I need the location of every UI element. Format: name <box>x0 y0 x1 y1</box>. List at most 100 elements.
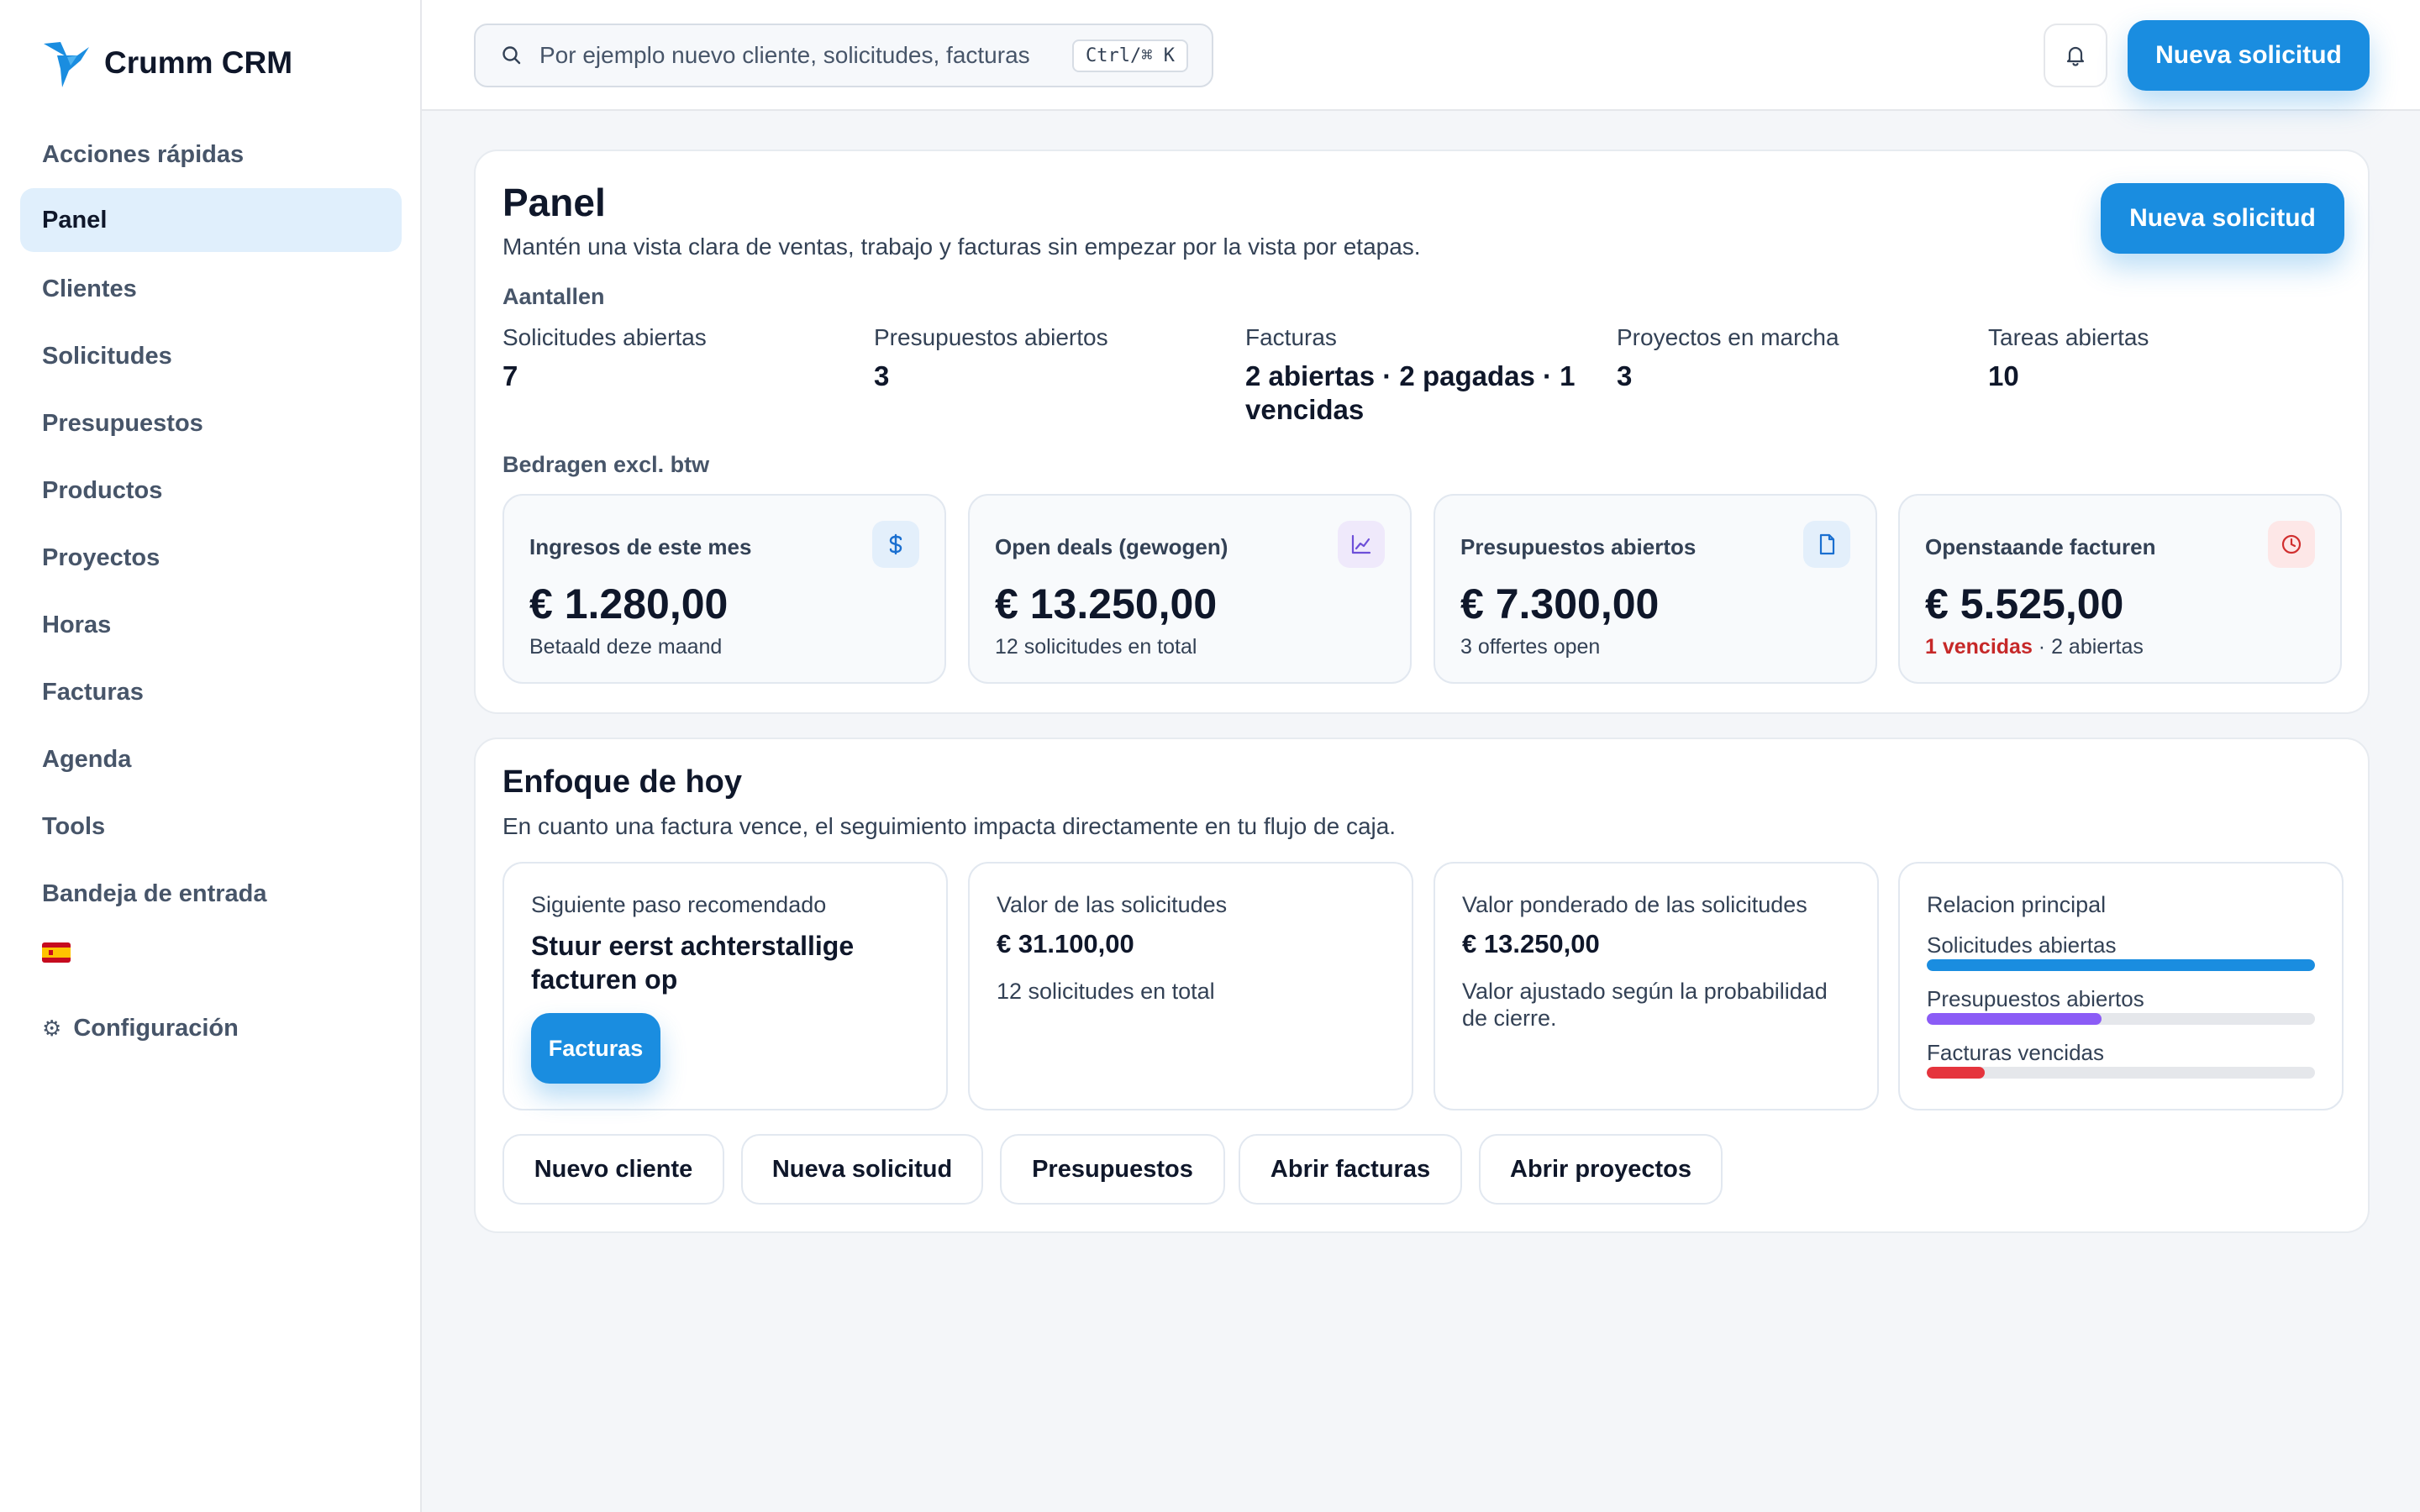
focus-label: Valor ponderado de las solicitudes <box>1462 892 1807 917</box>
sidebar-item-panel[interactable]: Panel <box>20 188 402 252</box>
metric-sub: 3 offertes open <box>1460 635 1601 659</box>
count-label: Proyectos en marcha <box>1617 324 1839 350</box>
count-label: Facturas <box>1245 324 1337 350</box>
metric-card-open-deals[interactable]: Open deals (gewogen) € 13.250,00 12 soli… <box>968 494 1412 684</box>
spain-flag-icon[interactable] <box>42 942 71 963</box>
count-label: Presupuestos abiertos <box>874 324 1108 350</box>
new-request-chip-button[interactable]: Nueva solicitud <box>741 1134 983 1205</box>
sidebar-item-bandeja-de-entrada[interactable]: Bandeja de entrada <box>20 862 402 926</box>
search-shortcut-hint: Ctrl/⌘ K <box>1072 39 1188 72</box>
amounts-heading: Bedragen excl. btw <box>502 452 710 477</box>
focus-title: Enfoque de hoy <box>502 764 742 800</box>
next-step-text: Stuur eerst achterstallige facturen op <box>531 931 855 995</box>
count-open-quotes: Presupuestos abiertos 3 <box>874 324 1227 393</box>
sidebar-item-proyectos[interactable]: Proyectos <box>20 526 402 590</box>
sidebar: Crumm CRM Acciones rápidas Panel Cliente… <box>0 0 422 1512</box>
gear-icon: ⚙ <box>42 1015 62 1041</box>
metric-card-open-quotes[interactable]: Presupuestos abiertos € 7.300,00 3 offer… <box>1434 494 1877 684</box>
focus-desc: Valor ajustado según la probabilidad de … <box>1462 979 1828 1031</box>
metric-card-outstanding-invoices[interactable]: Openstaande facturen € 5.525,00 1 vencid… <box>1898 494 2342 684</box>
count-open-tasks: Tareas abiertas 10 <box>1988 324 2341 393</box>
sidebar-item-label: Panel <box>42 206 108 234</box>
count-invoices: Facturas 2 abiertas · 2 pagadas · 1 venc… <box>1245 324 1598 427</box>
search-box[interactable]: Ctrl/⌘ K <box>474 24 1213 87</box>
counts-heading: Aantallen <box>502 284 605 309</box>
requests-value-card: Valor de las solicitudes € 31.100,00 12 … <box>968 862 1413 1110</box>
bell-icon <box>2066 46 2085 66</box>
sidebar-item-facturas[interactable]: Facturas <box>20 660 402 724</box>
metric-value: € 13.250,00 <box>995 580 1218 627</box>
chart-line-icon <box>1338 521 1385 568</box>
document-icon <box>1803 521 1850 568</box>
sidebar-item-label: Configuración <box>73 1014 239 1042</box>
count-value: 2 abiertas · 2 pagadas · 1 vencidas <box>1245 360 1576 425</box>
sidebar-item-label: Facturas <box>42 678 144 706</box>
metric-sub: Betaald deze maand <box>529 635 723 659</box>
sidebar-item-productos[interactable]: Productos <box>20 459 402 522</box>
focus-label: Relacion principal <box>1927 892 2107 917</box>
sidebar-item-label: Bandeja de entrada <box>42 879 267 907</box>
bar-fill <box>1927 959 2315 971</box>
sidebar-item-agenda[interactable]: Agenda <box>20 727 402 791</box>
hummingbird-logo-icon <box>44 42 89 87</box>
bar-track <box>1927 1067 2315 1079</box>
sidebar-item-clientes[interactable]: Clientes <box>20 257 402 321</box>
new-request-button[interactable]: Nueva solicitud <box>2101 183 2344 254</box>
sidebar-item-configuracion[interactable]: ⚙ Configuración <box>20 996 402 1060</box>
focus-subtitle: En cuanto una factura vence, el seguimie… <box>502 813 1397 839</box>
metric-sub: 12 solicitudes en total <box>995 635 1197 659</box>
metric-label: Openstaande facturen <box>1925 534 2156 559</box>
sidebar-item-label: Productos <box>42 476 163 504</box>
count-open-requests: Solicitudes abiertas 7 <box>502 324 855 393</box>
sidebar-item-label: Solicitudes <box>42 342 172 370</box>
dollar-icon <box>872 521 919 568</box>
page-subtitle: Mantén una vista clara de ventas, trabaj… <box>502 234 1421 260</box>
metric-card-income[interactable]: Ingresos de este mes € 1.280,00 Betaald … <box>502 494 946 684</box>
focus-label: Valor de las solicitudes <box>997 892 1228 917</box>
brand[interactable]: Crumm CRM <box>42 37 292 89</box>
focus-label: Siguiente paso recomendado <box>531 892 827 917</box>
page-title: Panel <box>502 181 606 224</box>
count-active-projects: Proyectos en marcha 3 <box>1617 324 1970 393</box>
search-icon <box>502 46 521 65</box>
count-value: 7 <box>502 360 518 391</box>
metric-value: € 7.300,00 <box>1460 580 1660 627</box>
app-name: Crumm CRM <box>104 45 293 80</box>
notifications-button[interactable] <box>2044 24 2107 87</box>
sidebar-item-acciones-rapidas[interactable]: Acciones rápidas <box>20 123 402 186</box>
relations-card: Relacion principal Solicitudes abiertas … <box>1898 862 2344 1110</box>
metric-value: € 1.280,00 <box>529 580 729 627</box>
sidebar-item-label: Proyectos <box>42 543 160 571</box>
bar-fill <box>1927 1013 2102 1025</box>
metric-label: Ingresos de este mes <box>529 534 752 559</box>
search-input[interactable] <box>539 42 1035 69</box>
new-request-top-button[interactable]: Nueva solicitud <box>2128 20 2370 91</box>
bar-label: Solicitudes abiertas <box>1927 932 2117 958</box>
sidebar-item-solicitudes[interactable]: Solicitudes <box>20 324 402 388</box>
bar-track <box>1927 959 2315 971</box>
quotes-button[interactable]: Presupuestos <box>1000 1134 1225 1205</box>
focus-value: € 31.100,00 <box>997 929 1134 958</box>
metric-label: Open deals (gewogen) <box>995 534 1228 559</box>
open-projects-button[interactable]: Abrir proyectos <box>1479 1134 1723 1205</box>
open-count: · 2 abiertas <box>2032 635 2144 659</box>
count-value: 3 <box>874 360 890 391</box>
bar-fill <box>1927 1067 1986 1079</box>
invoices-button[interactable]: Facturas <box>531 1013 660 1084</box>
sidebar-item-tools[interactable]: Tools <box>20 795 402 858</box>
new-client-button[interactable]: Nuevo cliente <box>502 1134 724 1205</box>
bar-label: Facturas vencidas <box>1927 1040 2104 1065</box>
overdue-count: 1 vencidas <box>1925 635 2033 659</box>
sidebar-item-label: Acciones rápidas <box>42 140 245 168</box>
metric-label: Presupuestos abiertos <box>1460 534 1697 559</box>
sidebar-item-horas[interactable]: Horas <box>20 593 402 657</box>
metric-value: € 5.525,00 <box>1925 580 2124 627</box>
count-label: Solicitudes abiertas <box>502 324 707 350</box>
sidebar-item-presupuestos[interactable]: Presupuestos <box>20 391 402 455</box>
sidebar-item-label: Tools <box>42 812 106 840</box>
count-value: 10 <box>1988 360 2019 391</box>
sidebar-item-label: Clientes <box>42 275 137 302</box>
sidebar-item-label: Horas <box>42 611 112 638</box>
weighted-value-card: Valor ponderado de las solicitudes € 13.… <box>1434 862 1879 1110</box>
open-invoices-button[interactable]: Abrir facturas <box>1239 1134 1462 1205</box>
